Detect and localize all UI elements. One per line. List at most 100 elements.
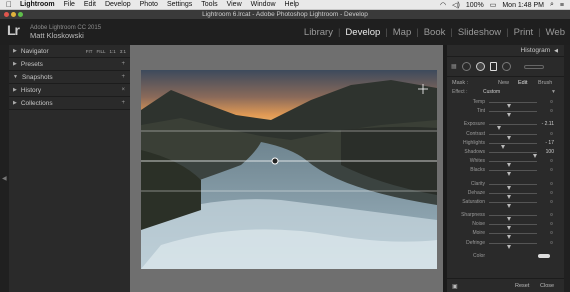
- slider-value[interactable]: - 2.11: [542, 121, 554, 127]
- slider-track[interactable]: [489, 192, 537, 199]
- adjustment-brush-icon[interactable]: [523, 64, 544, 69]
- menu-app-name[interactable]: Lightroom: [20, 1, 55, 8]
- toggle-switch-icon[interactable]: ▣: [452, 283, 458, 290]
- clear-history-icon[interactable]: ×: [121, 87, 125, 93]
- mask-edit-button[interactable]: Edit: [518, 80, 527, 86]
- slider-track[interactable]: [489, 111, 537, 118]
- menu-tools[interactable]: Tools: [201, 1, 217, 8]
- landscape-photo: [141, 70, 437, 269]
- add-preset-icon[interactable]: +: [121, 61, 125, 67]
- module-book[interactable]: Book: [419, 27, 451, 38]
- slider-reset-dot[interactable]: [550, 168, 553, 172]
- left-panel-toggle[interactable]: ◀: [0, 45, 9, 292]
- histogram-header[interactable]: Histogram ◀: [447, 45, 564, 57]
- menu-view[interactable]: View: [227, 1, 242, 8]
- mask-new-button[interactable]: New: [498, 80, 509, 86]
- module-slideshow[interactable]: Slideshow: [453, 27, 506, 38]
- slider-reset-dot[interactable]: [550, 109, 553, 113]
- panel-presets[interactable]: ▶ Presets +: [9, 58, 130, 71]
- apple-menu-icon[interactable]: : [6, 0, 12, 9]
- close-button[interactable]: Close: [540, 283, 554, 289]
- volume-icon[interactable]: ◁): [452, 1, 460, 9]
- close-window-icon[interactable]: [4, 12, 9, 17]
- clock[interactable]: Mon 1:48 PM: [502, 2, 544, 9]
- mask-brush-button[interactable]: Brush: [538, 80, 552, 86]
- module-web[interactable]: Web: [541, 27, 570, 38]
- red-eye-icon[interactable]: [475, 62, 485, 71]
- module-map[interactable]: Map: [388, 27, 416, 38]
- right-panel-toggle[interactable]: [564, 45, 570, 292]
- slider-track[interactable]: [489, 151, 537, 158]
- slider-reset-dot[interactable]: [550, 181, 553, 185]
- wifi-icon[interactable]: ◠: [440, 1, 446, 9]
- panel-navigator[interactable]: ▶ Navigator FIT FILL 1:1 3:1: [9, 45, 130, 58]
- slider-reset-dot[interactable]: [550, 131, 553, 135]
- collapse-effect-icon[interactable]: ▼: [551, 89, 556, 95]
- menu-edit[interactable]: Edit: [84, 1, 96, 8]
- slider-value[interactable]: 100: [546, 149, 554, 155]
- slider-track[interactable]: [489, 161, 537, 168]
- slider-track[interactable]: [489, 201, 537, 208]
- slider-reset-dot[interactable]: [550, 213, 553, 217]
- slider-reset-dot[interactable]: [550, 231, 553, 235]
- menu-help[interactable]: Help: [285, 1, 299, 8]
- slider-track[interactable]: [489, 242, 537, 249]
- reset-button[interactable]: Reset: [515, 283, 529, 289]
- menu-file[interactable]: File: [64, 1, 75, 8]
- collapse-left-icon[interactable]: ◀: [2, 175, 7, 182]
- slider-reset-dot[interactable]: [550, 100, 553, 103]
- module-develop[interactable]: Develop: [340, 27, 385, 38]
- expand-icon[interactable]: ▶: [13, 48, 17, 54]
- menu-settings[interactable]: Settings: [167, 1, 192, 8]
- expand-icon[interactable]: ▶: [13, 61, 17, 67]
- collapse-histogram-icon[interactable]: ◀: [554, 48, 558, 54]
- slider-track[interactable]: [489, 233, 537, 240]
- panel-collections[interactable]: ▶ Collections +: [9, 97, 130, 110]
- slider-reset-dot[interactable]: [550, 159, 553, 163]
- menu-photo[interactable]: Photo: [140, 1, 158, 8]
- module-print[interactable]: Print: [509, 27, 539, 38]
- expand-icon[interactable]: ▶: [13, 100, 17, 106]
- add-snapshot-icon[interactable]: +: [121, 74, 125, 80]
- expand-icon[interactable]: ▶: [13, 87, 17, 93]
- slider-reset-dot[interactable]: [550, 240, 553, 244]
- filter-pin-icon[interactable]: [271, 157, 279, 165]
- slider-reset-dot[interactable]: [550, 222, 553, 226]
- graduated-filter-icon[interactable]: [489, 62, 497, 71]
- zoom-1-1[interactable]: 1:1: [109, 49, 115, 54]
- effect-preset-select[interactable]: Custom: [483, 89, 500, 95]
- slider-track[interactable]: [489, 133, 537, 140]
- panel-history[interactable]: ▶ History ×: [9, 84, 130, 97]
- add-collection-icon[interactable]: +: [121, 100, 125, 106]
- slider-track[interactable]: [489, 170, 537, 177]
- radial-filter-icon[interactable]: [501, 62, 511, 71]
- slider-track[interactable]: [489, 102, 537, 108]
- zoom-window-icon[interactable]: [18, 12, 23, 17]
- menu-develop[interactable]: Develop: [105, 1, 131, 8]
- slider-defringe: Defringe: [447, 239, 564, 249]
- module-library[interactable]: Library: [299, 27, 338, 38]
- slider-track[interactable]: [489, 142, 537, 149]
- slider-track[interactable]: [489, 183, 537, 190]
- slider-value[interactable]: - 17: [545, 140, 554, 146]
- expand-icon[interactable]: ▼: [13, 74, 18, 80]
- menu-window[interactable]: Window: [251, 1, 276, 8]
- minimize-window-icon[interactable]: [11, 12, 16, 17]
- spot-removal-icon[interactable]: [461, 62, 471, 71]
- zoom-fit[interactable]: FIT: [86, 49, 93, 54]
- zoom-3-1[interactable]: 3:1: [120, 49, 126, 54]
- image-canvas[interactable]: [130, 45, 443, 292]
- search-icon[interactable]: ⌕: [550, 1, 554, 9]
- slider-track[interactable]: [489, 215, 537, 222]
- slider-track[interactable]: [489, 124, 537, 131]
- photo-preview[interactable]: [141, 70, 437, 269]
- panel-snapshots[interactable]: ▼ Snapshots +: [9, 71, 130, 84]
- zoom-fill[interactable]: FILL: [96, 49, 105, 54]
- battery-icon[interactable]: ▭: [490, 1, 497, 9]
- slider-track[interactable]: [489, 224, 537, 231]
- slider-reset-dot[interactable]: [550, 190, 553, 194]
- crop-tool-icon[interactable]: ▦: [451, 63, 457, 70]
- color-swatch[interactable]: [538, 253, 550, 258]
- slider-reset-dot[interactable]: [550, 199, 553, 203]
- notification-list-icon[interactable]: ≡: [560, 2, 564, 9]
